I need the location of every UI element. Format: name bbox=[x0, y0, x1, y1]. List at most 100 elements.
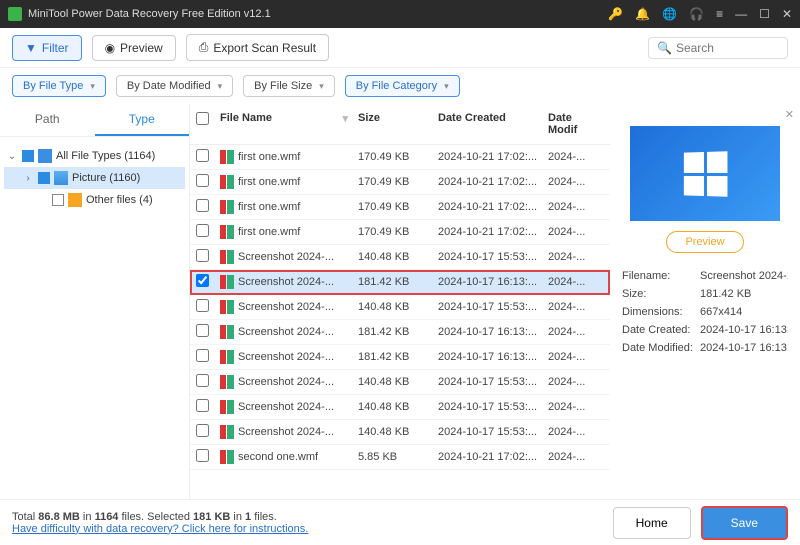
meta-created: Date Created:2024-10-17 16:13:54 bbox=[622, 321, 788, 339]
file-created: 2024-10-17 16:13:... bbox=[438, 276, 548, 288]
file-created: 2024-10-17 16:13:... bbox=[438, 326, 548, 338]
filesize-chip[interactable]: By File Size bbox=[243, 75, 335, 97]
row-checkbox[interactable] bbox=[196, 424, 209, 437]
window-title: MiniTool Power Data Recovery Free Editio… bbox=[28, 8, 608, 20]
file-icon bbox=[220, 250, 234, 264]
save-button[interactable]: Save bbox=[701, 506, 788, 540]
statusbar: Total 86.8 MB in 1164 files. Selected 18… bbox=[0, 499, 800, 545]
file-modified: 2024-... bbox=[548, 301, 604, 313]
col-modified[interactable]: Date Modif bbox=[548, 112, 604, 136]
file-icon bbox=[220, 325, 234, 339]
app-logo-icon bbox=[8, 7, 22, 21]
collapse-icon[interactable]: ⌄ bbox=[6, 151, 18, 162]
preview-close-icon[interactable]: ✕ bbox=[785, 108, 794, 121]
table-row[interactable]: first one.wmf170.49 KB2024-10-21 17:02:.… bbox=[190, 145, 610, 170]
file-icon bbox=[220, 175, 234, 189]
file-name: Screenshot 2024-... bbox=[238, 251, 358, 263]
tree-check[interactable] bbox=[52, 194, 64, 206]
table-row[interactable]: Screenshot 2024-...140.48 KB2024-10-17 1… bbox=[190, 370, 610, 395]
file-icon bbox=[220, 225, 234, 239]
row-checkbox[interactable] bbox=[196, 324, 209, 337]
file-created: 2024-10-21 17:02:... bbox=[438, 176, 548, 188]
expand-icon[interactable]: › bbox=[22, 173, 34, 184]
table-row[interactable]: Screenshot 2024-...140.48 KB2024-10-17 1… bbox=[190, 295, 610, 320]
table-row[interactable]: Screenshot 2024-...181.42 KB2024-10-17 1… bbox=[190, 270, 610, 295]
file-size: 140.48 KB bbox=[358, 401, 438, 413]
tree-check[interactable] bbox=[22, 150, 34, 162]
preview-button[interactable]: ◉Preview bbox=[92, 35, 176, 61]
table-row[interactable]: Screenshot 2024-...181.42 KB2024-10-17 1… bbox=[190, 345, 610, 370]
close-icon[interactable]: ✕ bbox=[782, 7, 792, 21]
file-created: 2024-10-17 15:53:... bbox=[438, 401, 548, 413]
funnel-icon: ▼ bbox=[25, 41, 37, 55]
file-size: 181.42 KB bbox=[358, 351, 438, 363]
tree-other[interactable]: Other files (4) bbox=[4, 189, 185, 211]
file-icon bbox=[220, 275, 234, 289]
row-checkbox[interactable] bbox=[196, 374, 209, 387]
filecat-chip[interactable]: By File Category bbox=[345, 75, 460, 97]
bell-icon[interactable]: 🔔 bbox=[635, 7, 650, 21]
row-checkbox[interactable] bbox=[196, 274, 209, 287]
datemod-chip[interactable]: By Date Modified bbox=[116, 75, 233, 97]
col-created[interactable]: Date Created bbox=[438, 112, 548, 136]
file-modified: 2024-... bbox=[548, 226, 604, 238]
row-checkbox[interactable] bbox=[196, 224, 209, 237]
file-name: Screenshot 2024-... bbox=[238, 326, 358, 338]
filetype-chip[interactable]: By File Type bbox=[12, 75, 106, 97]
main: Path Type ⌄ All File Types (1164) › Pict… bbox=[0, 104, 800, 499]
row-checkbox[interactable] bbox=[196, 149, 209, 162]
file-size: 140.48 KB bbox=[358, 301, 438, 313]
file-name: Screenshot 2024-... bbox=[238, 301, 358, 313]
file-name: Screenshot 2024-... bbox=[238, 351, 358, 363]
table-row[interactable]: Screenshot 2024-...140.48 KB2024-10-17 1… bbox=[190, 420, 610, 445]
preview-open-button[interactable]: Preview bbox=[666, 231, 743, 253]
row-checkbox[interactable] bbox=[196, 174, 209, 187]
tree-all[interactable]: ⌄ All File Types (1164) bbox=[4, 145, 185, 167]
table-row[interactable]: first one.wmf170.49 KB2024-10-21 17:02:.… bbox=[190, 195, 610, 220]
maximize-icon[interactable]: ☐ bbox=[759, 7, 770, 21]
tab-type[interactable]: Type bbox=[95, 104, 190, 136]
row-checkbox[interactable] bbox=[196, 449, 209, 462]
headphones-icon[interactable]: 🎧 bbox=[689, 7, 704, 21]
tree-picture[interactable]: › Picture (1160) bbox=[4, 167, 185, 189]
tab-path[interactable]: Path bbox=[0, 104, 95, 136]
filelist-rows[interactable]: first one.wmf170.49 KB2024-10-21 17:02:.… bbox=[190, 145, 610, 499]
row-checkbox[interactable] bbox=[196, 349, 209, 362]
file-size: 170.49 KB bbox=[358, 226, 438, 238]
tree-check[interactable] bbox=[38, 172, 50, 184]
file-icon bbox=[220, 300, 234, 314]
tree-picture-label: Picture (1160) bbox=[72, 172, 140, 184]
table-row[interactable]: second one.wmf5.85 KB2024-10-21 17:02:..… bbox=[190, 445, 610, 470]
file-created: 2024-10-21 17:02:... bbox=[438, 201, 548, 213]
file-size: 140.48 KB bbox=[358, 376, 438, 388]
file-name: Screenshot 2024-... bbox=[238, 401, 358, 413]
row-checkbox[interactable] bbox=[196, 199, 209, 212]
sidebar-tabs: Path Type bbox=[0, 104, 189, 137]
globe-icon[interactable]: 🌐 bbox=[662, 7, 677, 21]
search-input[interactable] bbox=[676, 41, 779, 55]
export-button[interactable]: ⎙Export Scan Result bbox=[186, 34, 329, 61]
key-icon[interactable]: 🔑 bbox=[608, 7, 623, 21]
select-all-checkbox[interactable] bbox=[196, 112, 209, 125]
col-name[interactable]: File Name ▾ bbox=[220, 112, 358, 136]
minimize-icon[interactable]: — bbox=[735, 7, 747, 21]
file-name: Screenshot 2024-... bbox=[238, 276, 358, 288]
windows-logo-icon bbox=[684, 151, 728, 196]
file-created: 2024-10-17 15:53:... bbox=[438, 426, 548, 438]
file-modified: 2024-... bbox=[548, 201, 604, 213]
table-row[interactable]: Screenshot 2024-...140.48 KB2024-10-17 1… bbox=[190, 395, 610, 420]
row-checkbox[interactable] bbox=[196, 299, 209, 312]
home-button[interactable]: Home bbox=[613, 507, 691, 539]
row-checkbox[interactable] bbox=[196, 249, 209, 262]
filter-button[interactable]: ▼Filter bbox=[12, 35, 82, 61]
row-checkbox[interactable] bbox=[196, 399, 209, 412]
file-size: 181.42 KB bbox=[358, 276, 438, 288]
table-row[interactable]: Screenshot 2024-...181.42 KB2024-10-17 1… bbox=[190, 320, 610, 345]
table-row[interactable]: first one.wmf170.49 KB2024-10-21 17:02:.… bbox=[190, 170, 610, 195]
col-size[interactable]: Size bbox=[358, 112, 438, 136]
table-row[interactable]: first one.wmf170.49 KB2024-10-21 17:02:.… bbox=[190, 220, 610, 245]
other-icon bbox=[68, 193, 82, 207]
file-icon bbox=[220, 400, 234, 414]
table-row[interactable]: Screenshot 2024-...140.48 KB2024-10-17 1… bbox=[190, 245, 610, 270]
menu-icon[interactable]: ≡ bbox=[716, 7, 723, 21]
